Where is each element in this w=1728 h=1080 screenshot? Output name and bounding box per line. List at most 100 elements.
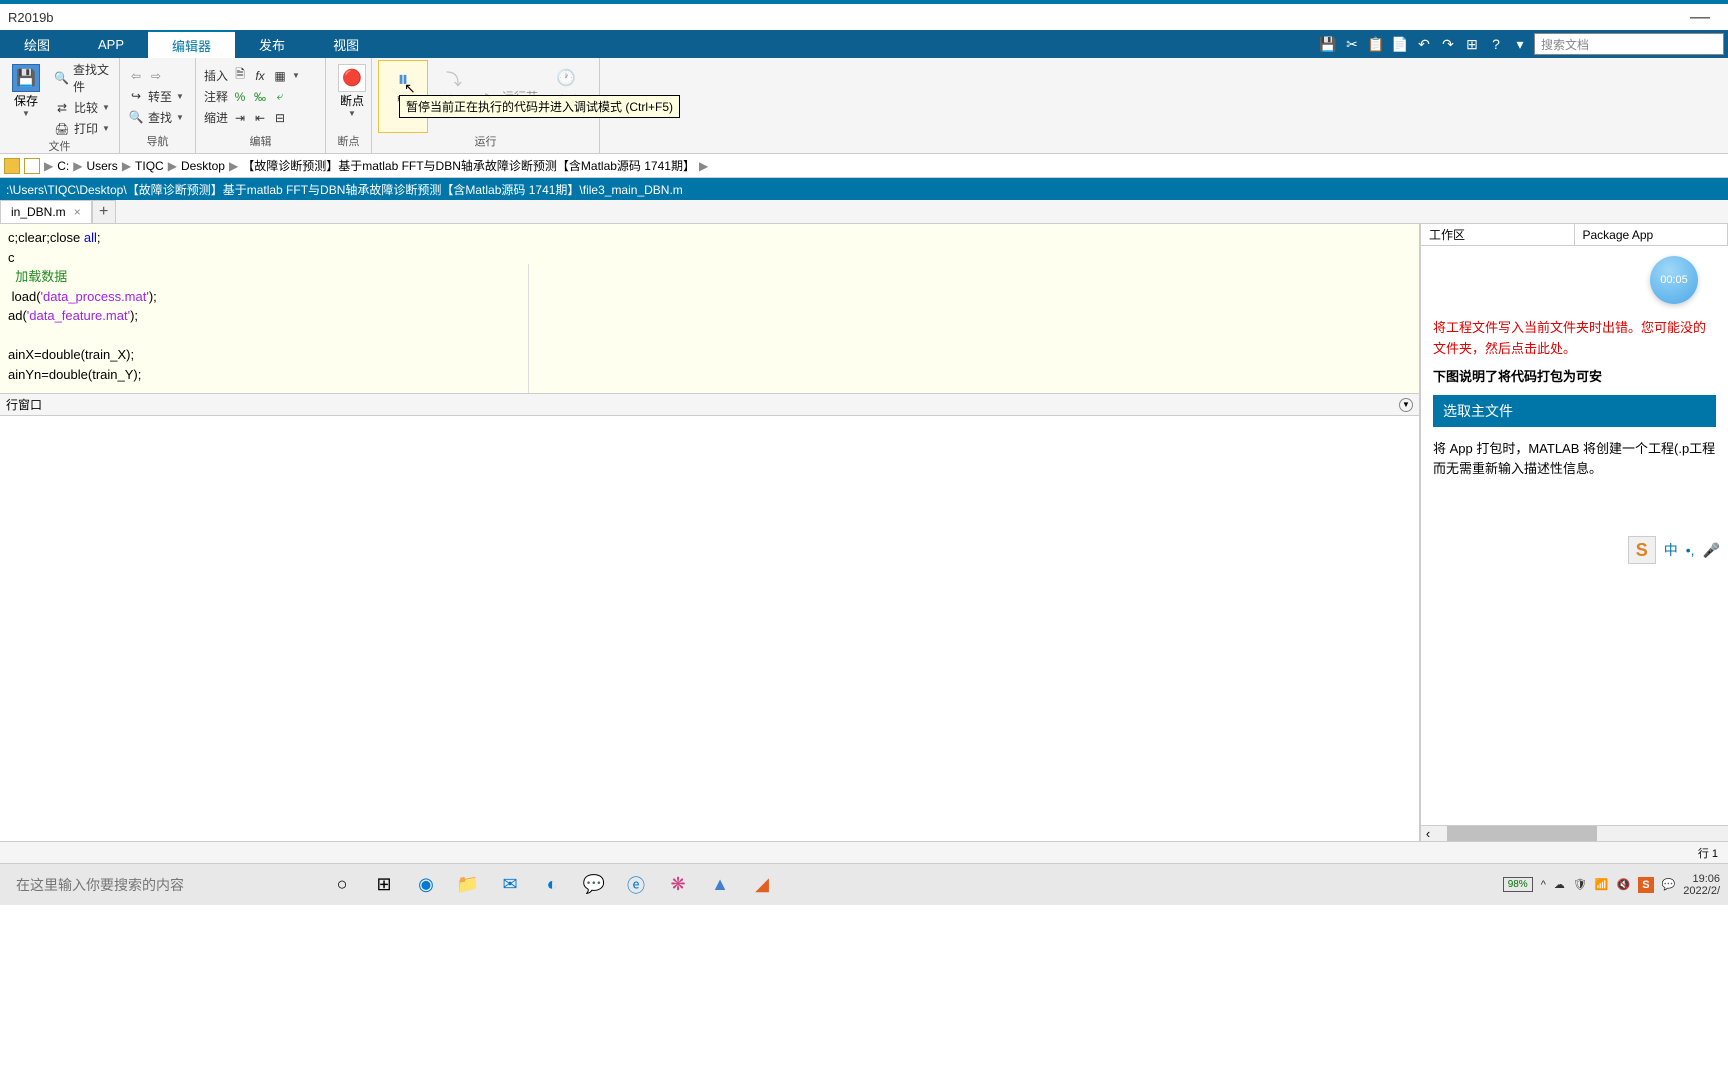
smart-indent-icon[interactable]: ⊟ (272, 110, 288, 126)
wrap-comment-icon[interactable]: ⤶ (272, 89, 288, 105)
taskbar-search[interactable] (8, 870, 308, 900)
save-button[interactable]: 💾 保存 ▼ (6, 60, 46, 138)
onedrive-icon[interactable]: ☁ (1554, 878, 1565, 891)
ime-punct-icon[interactable]: •, (1686, 542, 1695, 558)
mail-icon[interactable]: ✉ (496, 871, 524, 899)
ie-icon[interactable]: ⓔ (622, 871, 650, 899)
cut-icon[interactable]: ✂ (1342, 34, 1362, 54)
wifi-icon[interactable]: 📶 (1595, 878, 1609, 891)
nav-group-label: 导航 (126, 133, 189, 151)
find-button[interactable]: 🔍查找▼ (126, 108, 186, 127)
print-icon: 🖨 (54, 121, 70, 137)
insert-block-icon[interactable]: ▦ (272, 68, 288, 84)
find-files-button[interactable]: 🔍查找文件 (52, 60, 113, 96)
folder-search-icon: 🔍 (54, 70, 69, 86)
notification-icon[interactable]: 💬 (1662, 878, 1676, 891)
compare-button[interactable]: ⇄比较▼ (52, 98, 113, 117)
scroll-left-icon[interactable]: ‹ (1421, 826, 1435, 841)
file-group-label: 文件 (6, 138, 113, 156)
indent-icon[interactable]: ⇥ (232, 110, 248, 126)
wechat-icon[interactable]: 💬 (580, 871, 608, 899)
tab-package-app[interactable]: Package App (1575, 224, 1728, 245)
edit-group-label: 编辑 (202, 133, 319, 151)
app2-icon[interactable]: ❋ (664, 871, 692, 899)
redo-icon[interactable]: ↷ (1438, 34, 1458, 54)
command-window-header: 行窗口 ▼ (0, 394, 1419, 416)
address-bar[interactable]: ▶ C:▶ Users▶ TIQC▶ Desktop▶ 【故障诊断预测】基于ma… (0, 154, 1728, 178)
code-editor[interactable]: c;clear;close all; c 加载数据 load('data_pro… (0, 224, 1419, 394)
timer-bubble: 00:05 (1650, 256, 1698, 304)
edge-icon[interactable]: ◉ (412, 871, 440, 899)
back-icon[interactable]: ⇦ (128, 68, 144, 84)
dropdown-icon[interactable]: ▼ (1399, 398, 1413, 412)
tray-expand-icon[interactable]: ^ (1541, 879, 1546, 891)
windows-taskbar: ○ ⊞ ◉ 📁 ✉ ◐ 💬 ⓔ ❋ ▲ ◢ 98% ^ ☁ 🛡 📶 🔇 S 💬 … (0, 863, 1728, 905)
pause-tooltip: 暂停当前正在执行的代码并进入调试模式 (Ctrl+F5) (399, 95, 680, 118)
ime-lang[interactable]: 中 (1664, 540, 1678, 560)
title-bar: R2019b — (0, 0, 1728, 30)
undo-icon[interactable]: ↶ (1414, 34, 1434, 54)
add-tab-button[interactable]: + (92, 200, 116, 223)
minimize-button[interactable]: — (1680, 6, 1720, 29)
battery-indicator[interactable]: 98% (1503, 877, 1533, 892)
tab-plot[interactable]: 绘图 (0, 30, 74, 58)
crumb-folder[interactable]: 【故障诊断预测】基于matlab FFT与DBN轴承故障诊断预测【含Matlab… (242, 157, 708, 174)
outdent-icon[interactable]: ⇤ (252, 110, 268, 126)
print-button[interactable]: 🖨打印▼ (52, 119, 113, 138)
editor-title: :\Users\TIQC\Desktop\【故障诊断预测】基于matlab FF… (0, 178, 1728, 200)
clock[interactable]: 19:06 2022/2/ (1683, 873, 1720, 897)
tab-editor[interactable]: 编辑器 (148, 30, 235, 58)
error-message: 将工程文件写入当前文件夹时出错。您可能没的文件夹，然后点击此处。 (1433, 318, 1716, 360)
search-docs-input[interactable]: 搜索文档 (1534, 33, 1724, 55)
uncomment-icon[interactable]: ‰ (252, 89, 268, 105)
cortana-icon[interactable]: ○ (328, 871, 356, 899)
ime-tray-icon[interactable]: S (1638, 877, 1653, 893)
save-icon[interactable]: 💾 (1318, 34, 1338, 54)
status-bar: 行 1 (0, 841, 1728, 863)
forward-icon[interactable]: ⇨ (148, 68, 164, 84)
dropdown-icon[interactable]: ▾ (1510, 34, 1530, 54)
crumb-c[interactable]: C:▶ (57, 159, 82, 173)
folder-icon (4, 158, 20, 174)
description-text: 将 App 打包时，MATLAB 将创建一个工程(.p工程而无需重新输入描述性信… (1433, 439, 1716, 481)
copy-icon[interactable]: 📋 (1366, 34, 1386, 54)
crumb-desktop[interactable]: Desktop▶ (181, 159, 238, 173)
section-header: 选取主文件 (1433, 395, 1716, 427)
help-icon[interactable]: ? (1486, 34, 1506, 54)
file-tab-dbn[interactable]: in_DBN.m × (0, 200, 92, 223)
ribbon: 💾 保存 ▼ 🔍查找文件 ⇄比较▼ 🖨打印▼ 文件 ⇦⇨ ↪转至▼ 🔍查找▼ 导… (0, 58, 1728, 154)
app3-icon[interactable]: ▲ (706, 871, 734, 899)
close-tab-icon[interactable]: × (74, 205, 81, 219)
horizontal-scrollbar[interactable]: ‹ (1421, 825, 1728, 841)
task-view-icon[interactable]: ⊞ (370, 871, 398, 899)
tab-publish[interactable]: 发布 (235, 30, 309, 58)
tab-view[interactable]: 视图 (309, 30, 383, 58)
insert-section-icon[interactable]: 🗎 (232, 68, 248, 84)
crumb-users[interactable]: Users▶ (86, 159, 131, 173)
security-icon[interactable]: 🛡 (1573, 878, 1587, 891)
scrollbar-thumb[interactable] (1447, 826, 1597, 841)
pause-icon: ⏸ (389, 65, 417, 93)
file-tabs: in_DBN.m × + (0, 200, 1728, 224)
ime-toolbar[interactable]: S 中 •, 🎤 (1628, 536, 1720, 564)
breakpoint-icon: 🔴 (338, 64, 366, 92)
tab-workspace[interactable]: 工作区 (1421, 224, 1575, 245)
crumb-tiqc[interactable]: TIQC▶ (135, 159, 177, 173)
app1-icon[interactable]: ◐ (538, 871, 566, 899)
breakpoints-button[interactable]: 🔴 断点 ▼ (332, 60, 372, 133)
explorer-icon[interactable]: 📁 (454, 871, 482, 899)
volume-icon[interactable]: 🔇 (1617, 878, 1631, 891)
paste-icon[interactable]: 📄 (1390, 34, 1410, 54)
right-panel: 工作区 Package App 00:05 将工程文件写入当前文件夹时出错。您可… (1420, 224, 1728, 841)
switch-icon[interactable]: ⊞ (1462, 34, 1482, 54)
sogou-icon[interactable]: S (1628, 536, 1656, 564)
goto-button[interactable]: ↪转至▼ (126, 87, 186, 106)
fx-icon[interactable]: fx (252, 68, 268, 84)
cursor-position: 行 1 (1698, 845, 1718, 861)
command-window[interactable] (0, 416, 1419, 809)
mic-icon[interactable]: 🎤 (1703, 542, 1720, 559)
matlab-icon[interactable]: ◢ (748, 871, 776, 899)
app-title: R2019b (8, 10, 54, 25)
comment-icon[interactable]: % (232, 89, 248, 105)
tab-app[interactable]: APP (74, 30, 148, 58)
